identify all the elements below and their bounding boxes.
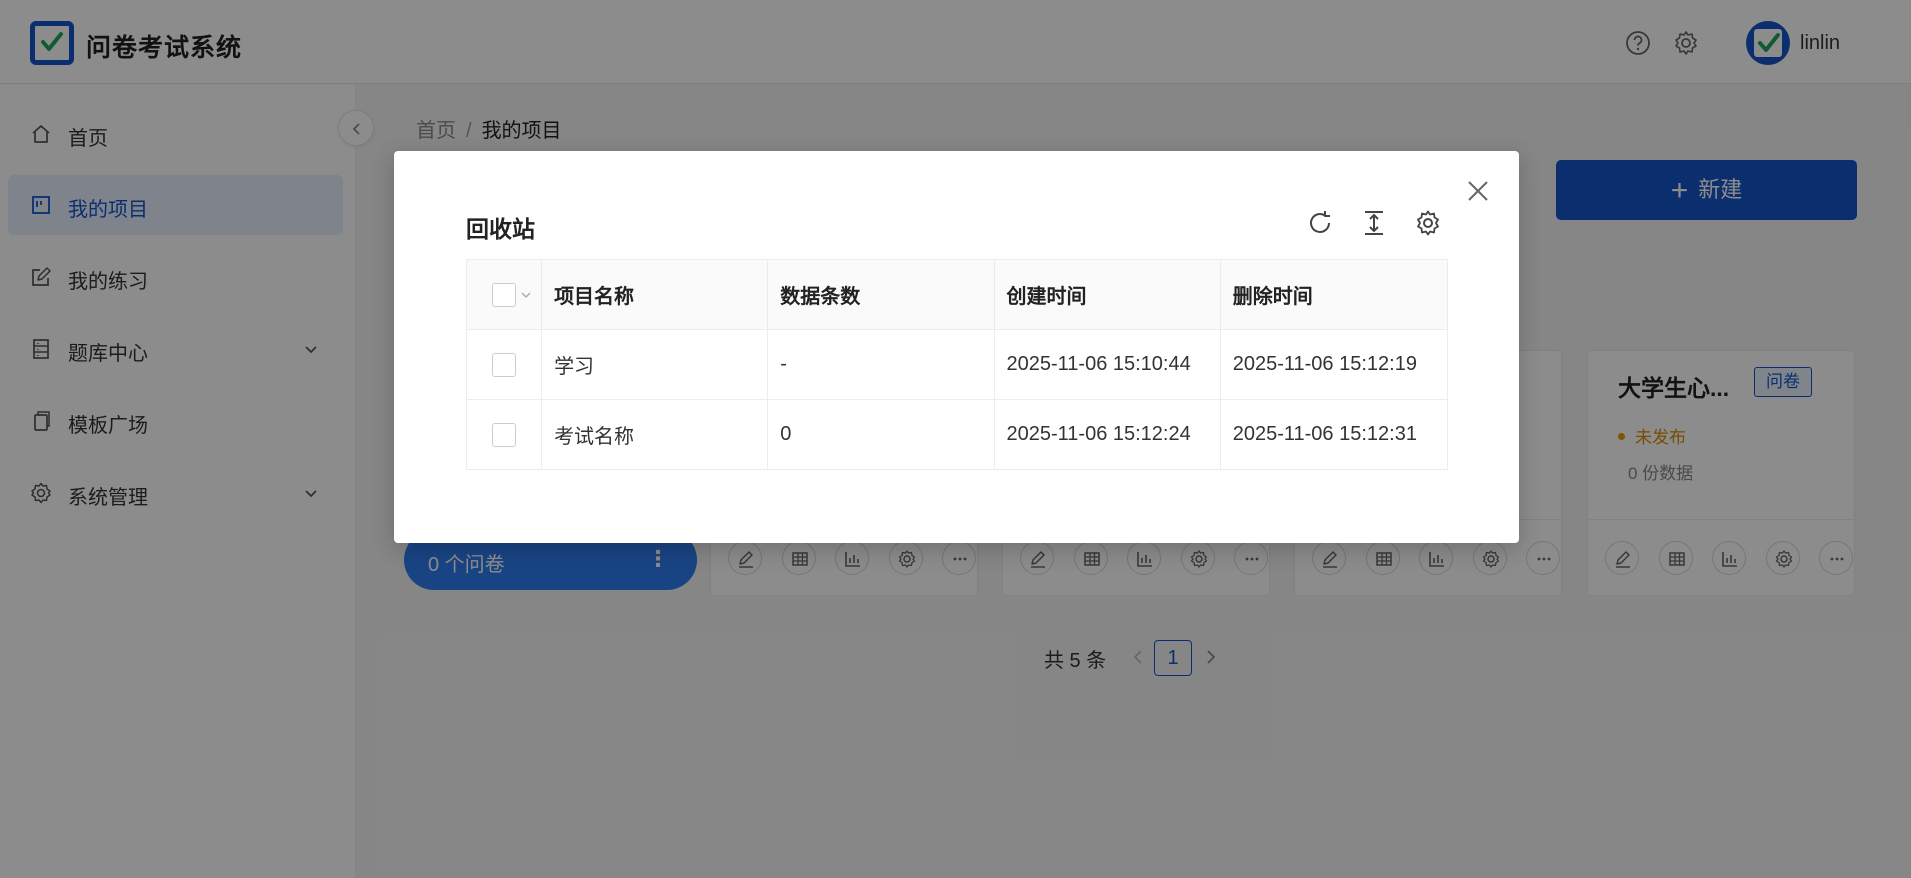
column-header-deleted: 删除时间 [1219, 259, 1449, 330]
chevron-down-icon[interactable] [520, 290, 532, 300]
cell-created: 2025-11-06 15:12:24 [993, 399, 1221, 470]
table-header-row: 项目名称 数据条数 创建时间 删除时间 [465, 259, 1449, 330]
column-header-count: 数据条数 [767, 259, 995, 330]
select-all-checkbox[interactable] [492, 282, 516, 307]
cell-count: - [767, 329, 995, 400]
cell-deleted: 2025-11-06 15:12:19 [1219, 329, 1449, 400]
cell-name: 学习 [541, 329, 769, 400]
cell-created: 2025-11-06 15:10:44 [993, 329, 1221, 400]
cell-count: 0 [767, 399, 995, 470]
cell-deleted: 2025-11-06 15:12:31 [1219, 399, 1449, 470]
refresh-icon[interactable] [1306, 209, 1334, 237]
row-checkbox[interactable] [492, 352, 516, 377]
column-header-created: 创建时间 [993, 259, 1221, 330]
table-row[interactable]: 考试名称 0 2025-11-06 15:12:24 2025-11-06 15… [465, 399, 1449, 470]
row-checkbox[interactable] [492, 422, 516, 447]
column-height-icon[interactable] [1360, 209, 1388, 237]
cell-name: 考试名称 [541, 399, 769, 470]
modal-title: 回收站 [466, 216, 535, 242]
close-icon[interactable] [1466, 179, 1490, 203]
row-select-cell [465, 399, 543, 470]
table-row[interactable]: 学习 - 2025-11-06 15:10:44 2025-11-06 15:1… [465, 329, 1449, 400]
row-select-cell [465, 329, 543, 400]
recycle-bin-modal: 回收站 项目名称 数据条数 创建时间 删除时间 学习 - 2025-11-06 … [394, 151, 1519, 543]
select-all-cell [465, 259, 543, 330]
setting-icon[interactable] [1414, 209, 1442, 237]
recycle-bin-table: 项目名称 数据条数 创建时间 删除时间 学习 - 2025-11-06 15:1… [465, 259, 1449, 470]
column-header-name: 项目名称 [541, 259, 769, 330]
